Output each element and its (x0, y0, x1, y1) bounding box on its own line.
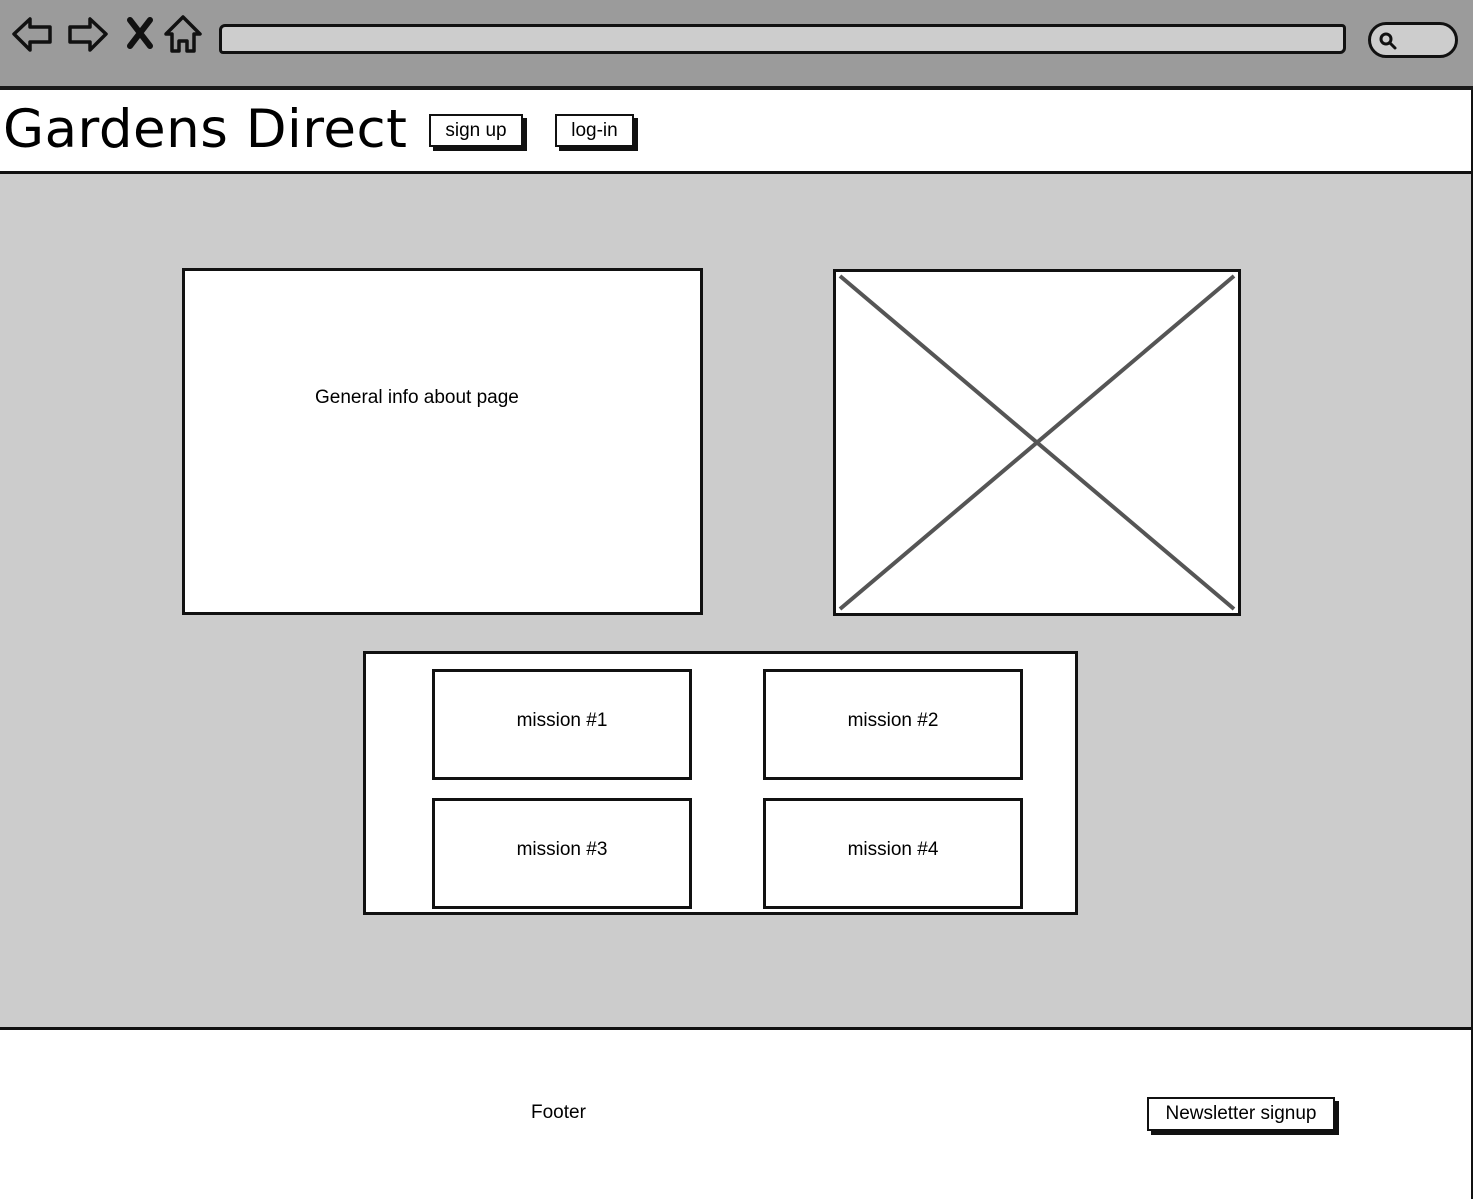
back-arrow-icon[interactable] (10, 12, 54, 56)
mission-card-4: mission #4 (763, 798, 1023, 909)
footer-label: Footer (531, 1102, 586, 1123)
search-icon (1379, 32, 1397, 50)
address-bar[interactable] (219, 24, 1346, 54)
newsletter-signup-button[interactable]: Newsletter signup (1147, 1097, 1335, 1131)
site-header: Gardens Direct sign up log-in (0, 90, 1473, 174)
main-content: General info about page mission #1 missi… (0, 174, 1473, 1030)
mission-panel: mission #1 mission #2 mission #3 mission… (363, 651, 1078, 915)
stop-icon[interactable] (122, 12, 158, 56)
footer: Footer Newsletter signup (0, 1030, 1473, 1199)
mission-card-1: mission #1 (432, 669, 692, 780)
sign-up-button[interactable]: sign up (429, 114, 523, 147)
mission-card-2: mission #2 (763, 669, 1023, 780)
home-icon[interactable] (162, 12, 206, 56)
info-text: General info about page (315, 387, 519, 408)
site-title: Gardens Direct (3, 99, 408, 160)
image-placeholder-icon (838, 274, 1236, 611)
info-panel: General info about page (182, 268, 703, 615)
mission-card-3: mission #3 (432, 798, 692, 909)
browser-search-field[interactable] (1368, 22, 1458, 58)
log-in-button[interactable]: log-in (555, 114, 634, 147)
image-placeholder (833, 269, 1241, 616)
browser-toolbar (0, 0, 1473, 90)
forward-arrow-icon[interactable] (66, 12, 110, 56)
